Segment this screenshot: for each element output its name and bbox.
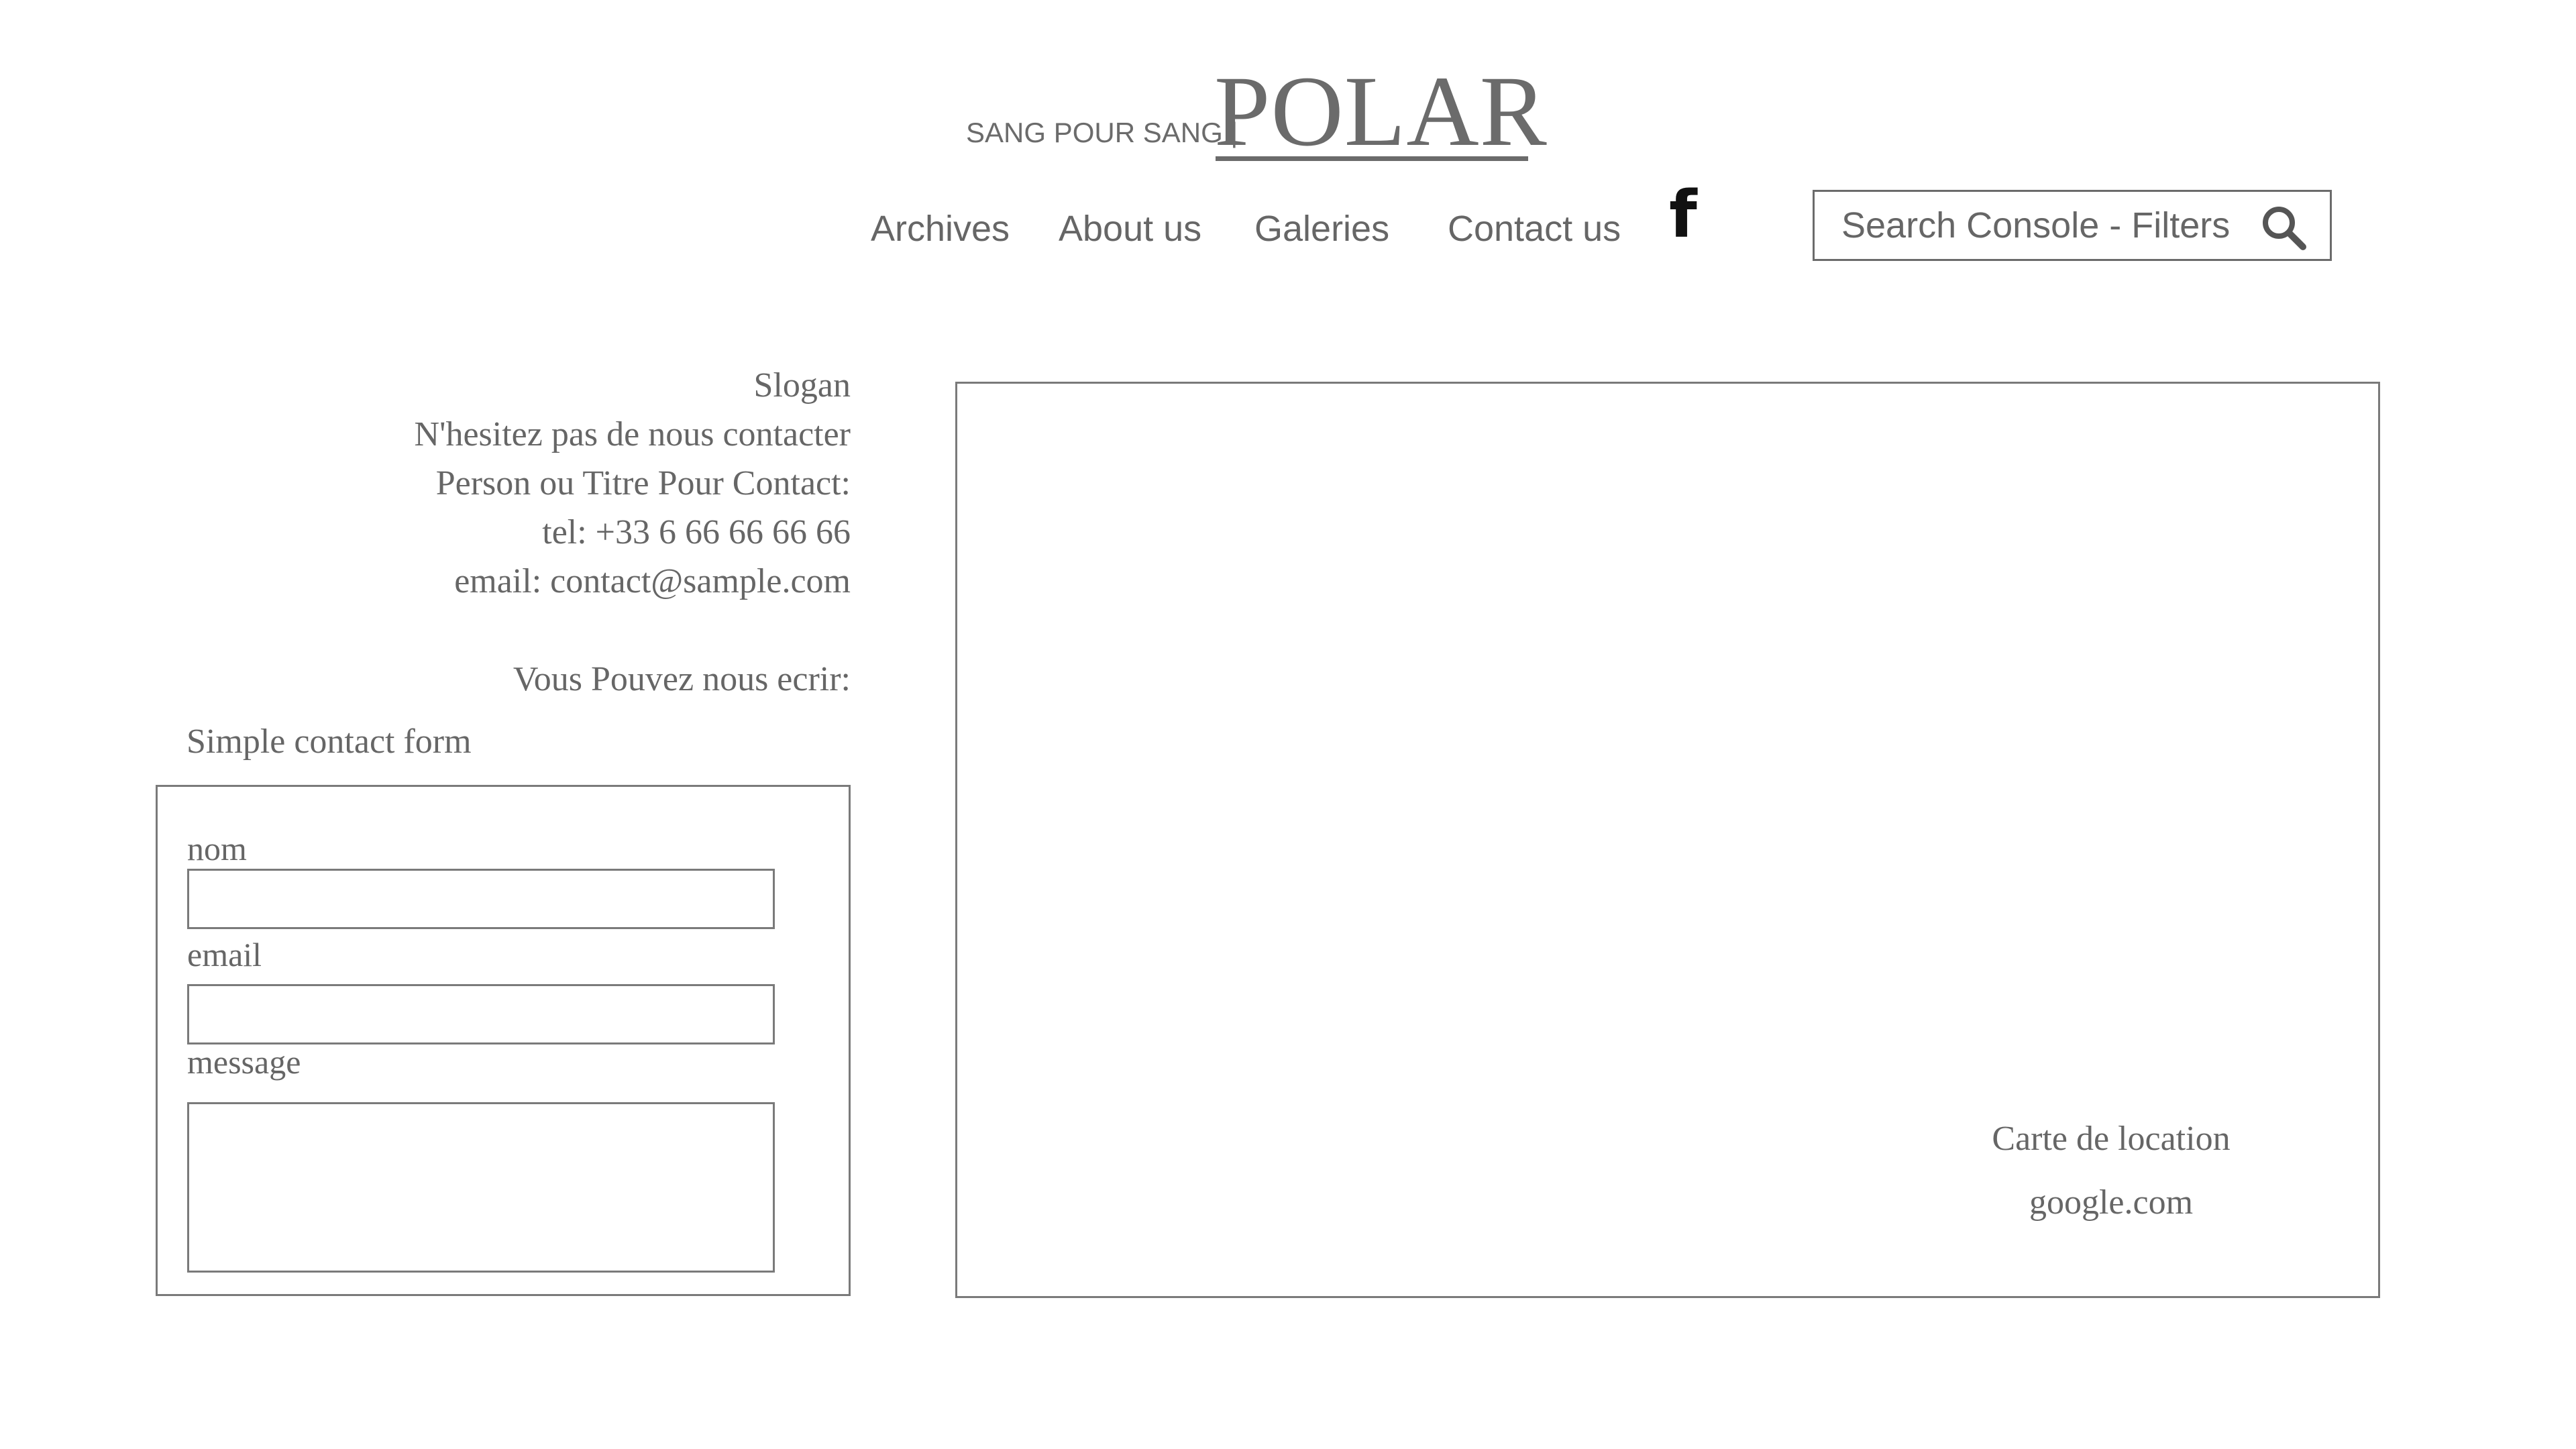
brand-tagline: SANG POUR SANG |	[966, 117, 1238, 148]
contact-intro: N'hesitez pas de nous contacter	[414, 415, 851, 453]
site-logo-title[interactable]: POLAR	[1214, 58, 1548, 165]
facebook-icon[interactable]: f	[1669, 181, 1697, 248]
email-label: email	[187, 936, 262, 973]
contact-form: nom email message	[156, 785, 851, 1296]
map-caption: Carte de location	[1992, 1120, 2231, 1158]
search-input[interactable]	[1841, 204, 2244, 247]
nom-label: nom	[187, 830, 247, 867]
location-map[interactable]: Carte de location google.com	[955, 382, 2380, 1298]
search-bar	[1813, 190, 2332, 261]
nav-link-about-us[interactable]: About us	[1059, 205, 1201, 253]
logo-underline	[1216, 156, 1528, 161]
nav-link-contact-us[interactable]: Contact us	[1448, 205, 1621, 253]
email-field[interactable]	[187, 984, 775, 1044]
nav-link-galeries[interactable]: Galeries	[1254, 205, 1389, 253]
search-icon[interactable]	[2257, 201, 2311, 255]
nom-field[interactable]	[187, 869, 775, 929]
nav-link-archives[interactable]: Archives	[871, 205, 1010, 253]
message-field[interactable]	[187, 1102, 775, 1273]
write-us-label: Vous Pouvez nous ecrir:	[513, 660, 851, 698]
message-label: message	[187, 1043, 301, 1081]
slogan: Slogan	[753, 366, 851, 405]
map-source: google.com	[2029, 1183, 2194, 1222]
contact-person: Person ou Titre Pour Contact:	[435, 464, 851, 502]
form-title: Simple contact form	[186, 722, 472, 761]
contact-tel: tel: +33 6 66 66 66 66	[542, 513, 851, 551]
contact-email: email: contact@sample.com	[454, 562, 851, 600]
